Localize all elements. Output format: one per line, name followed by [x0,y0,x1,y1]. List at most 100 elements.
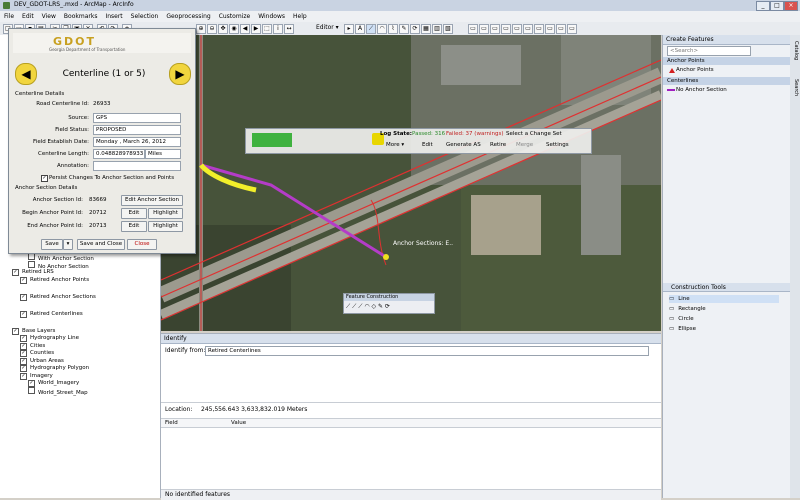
highlight-begin-point-button[interactable]: Highlight [148,208,183,219]
search-tab[interactable]: Search [791,79,799,109]
construction-tool-item[interactable]: ▭ Rectangle [669,305,779,313]
menu-edit[interactable]: Edit [18,11,38,20]
construction-tool-icons[interactable]: ⟋ ⟋ ⟋ ◠ ◇ ✎ ⟳ [346,303,390,311]
minimize-button[interactable]: _ [756,1,770,11]
merge-button[interactable]: Merge [516,142,533,148]
back-extent-icon[interactable]: ◀ [240,24,250,34]
toc-layer-item[interactable]: World_Street_Map [28,386,88,396]
edit-tool-icon[interactable]: ▸ [344,24,354,34]
construction-tool-item[interactable]: ▭ Line [669,295,779,303]
menu-customize[interactable]: Customize [215,11,255,20]
highlight-end-point-button[interactable]: Highlight [148,221,183,232]
menu-help[interactable]: Help [289,11,311,20]
straight-segment-icon[interactable]: ⟋ [366,24,376,34]
passed-count: Passed: 316 [412,131,446,137]
layer-visibility-checkbox[interactable]: ✓ [20,372,27,380]
layout-icon-6[interactable]: ▭ [523,24,533,34]
measure-icon[interactable]: ↔ [284,24,294,34]
generate-as-button[interactable]: Generate AS [446,142,481,148]
menu-bookmarks[interactable]: Bookmarks [60,11,102,20]
maximize-button[interactable]: □ [770,1,784,11]
layout-icon-10[interactable]: ▭ [567,24,577,34]
trace-icon[interactable]: ⌇ [388,24,398,34]
split-icon[interactable]: ✎ [399,24,409,34]
layer-visibility-checkbox[interactable]: ✓ [12,327,19,335]
select-features-icon[interactable]: ⬚ [262,24,272,34]
layer-visibility-checkbox[interactable]: ✓ [12,269,19,276]
edit-end-point-button[interactable]: Edit [121,221,147,232]
save-and-close-button[interactable]: Save and Close [77,239,125,250]
source-select[interactable]: GPS [93,113,181,123]
layer-visibility-checkbox[interactable] [28,386,35,394]
annotation-field[interactable] [93,161,181,171]
layout-icon-9[interactable]: ▭ [556,24,566,34]
anchor-section-id-label: Anchor Section Id: [32,197,83,203]
template-anchor-points[interactable]: Anchor Points [676,67,714,73]
layer-visibility-checkbox[interactable]: ✓ [20,293,27,301]
sketch-properties-icon[interactable]: ▥ [432,24,442,34]
identify-from-select[interactable]: Retired Centerlines [205,346,649,356]
create-features-search[interactable]: <Search> [667,46,751,56]
menu-view[interactable]: View [38,11,60,20]
settings-button[interactable]: Settings [546,142,569,148]
retire-button[interactable]: Retire [490,142,506,148]
edit-annotation-icon[interactable]: A [355,24,365,34]
layer-visibility-checkbox[interactable]: ✓ [20,276,27,284]
identify-results-tree[interactable] [161,358,661,403]
edit-log-button[interactable]: Edit [422,142,433,148]
create-features-icon[interactable]: ▧ [443,24,453,34]
persist-checkbox[interactable]: ✓ [41,175,48,182]
pan-icon[interactable]: ✥ [218,24,228,34]
template-no-anchor-section[interactable]: No Anchor Section [676,87,727,93]
layout-icon-3[interactable]: ▭ [490,24,500,34]
layout-icon-2[interactable]: ▭ [479,24,489,34]
layout-icon-4[interactable]: ▭ [501,24,511,34]
menu-bar: File Edit View Bookmarks Insert Selection Geop… [0,11,800,22]
menu-windows[interactable]: Windows [254,11,289,20]
layer-visibility-checkbox[interactable] [28,253,35,260]
change-set-select[interactable]: Select a Change Set [506,131,562,137]
full-extent-icon[interactable]: ◉ [229,24,239,34]
layout-icon-1[interactable]: ▭ [468,24,478,34]
identify-panel: Identify Identify from: Retired Centerli… [161,333,661,500]
previous-arrow-icon[interactable]: ◀ [15,63,37,85]
menu-selection[interactable]: Selection [127,11,163,20]
rotate-icon[interactable]: ⟳ [410,24,420,34]
catalog-tab[interactable]: Catalog [791,41,799,71]
close-window-button[interactable]: × [784,1,798,11]
save-dropdown-icon[interactable]: ▾ [63,239,73,250]
zoom-out-icon[interactable]: ⊖ [207,24,217,34]
menu-geoprocessing[interactable]: Geoprocessing [162,11,214,20]
next-arrow-icon[interactable]: ▶ [169,63,191,85]
menu-file[interactable]: File [0,11,18,20]
toc-layer-item[interactable]: ✓ Retired Centerlines [20,310,83,318]
editor-menu[interactable]: Editor ▾ [316,24,339,31]
centerline-length-field[interactable]: 0.048828978933 [93,149,145,159]
layout-icon-5[interactable]: ▭ [512,24,522,34]
toc-layer-item[interactable]: ✓ Retired Anchor Sections [20,293,96,301]
layer-label: Imagery [30,372,53,379]
menu-insert[interactable]: Insert [101,11,126,20]
map-imagery [161,35,661,331]
edit-begin-point-button[interactable]: Edit [121,208,147,219]
construction-tool-item[interactable]: ▭ Ellipse [669,325,779,333]
establish-date-picker[interactable]: Monday , March 26, 2012 [93,137,181,147]
layer-visibility-checkbox[interactable] [28,260,35,268]
forward-extent-icon[interactable]: ▶ [251,24,261,34]
close-dialog-button[interactable]: Close [127,239,157,250]
endpoint-arc-icon[interactable]: ◠ [377,24,387,34]
construction-tool-item[interactable]: ▭ Circle [669,315,779,323]
zoom-in-icon[interactable]: ⊕ [196,24,206,34]
identify-icon[interactable]: i [273,24,283,34]
layer-visibility-checkbox[interactable]: ✓ [20,310,27,318]
layout-icon-8[interactable]: ▭ [545,24,555,34]
field-status-select[interactable]: PROPOSED [93,125,181,135]
layout-icon-7[interactable]: ▭ [534,24,544,34]
save-button[interactable]: Save [41,239,63,250]
toc-layer-item[interactable]: ✓ Retired Anchor Points [20,276,89,284]
map-view[interactable]: Anchor Sections: E.. Log State: Passed: … [161,35,661,331]
edit-anchor-section-button[interactable]: Edit Anchor Section [121,195,183,206]
length-unit-select[interactable]: Miles [145,149,181,159]
more-button[interactable]: More ▾ [386,142,404,148]
attributes-icon[interactable]: ▦ [421,24,431,34]
